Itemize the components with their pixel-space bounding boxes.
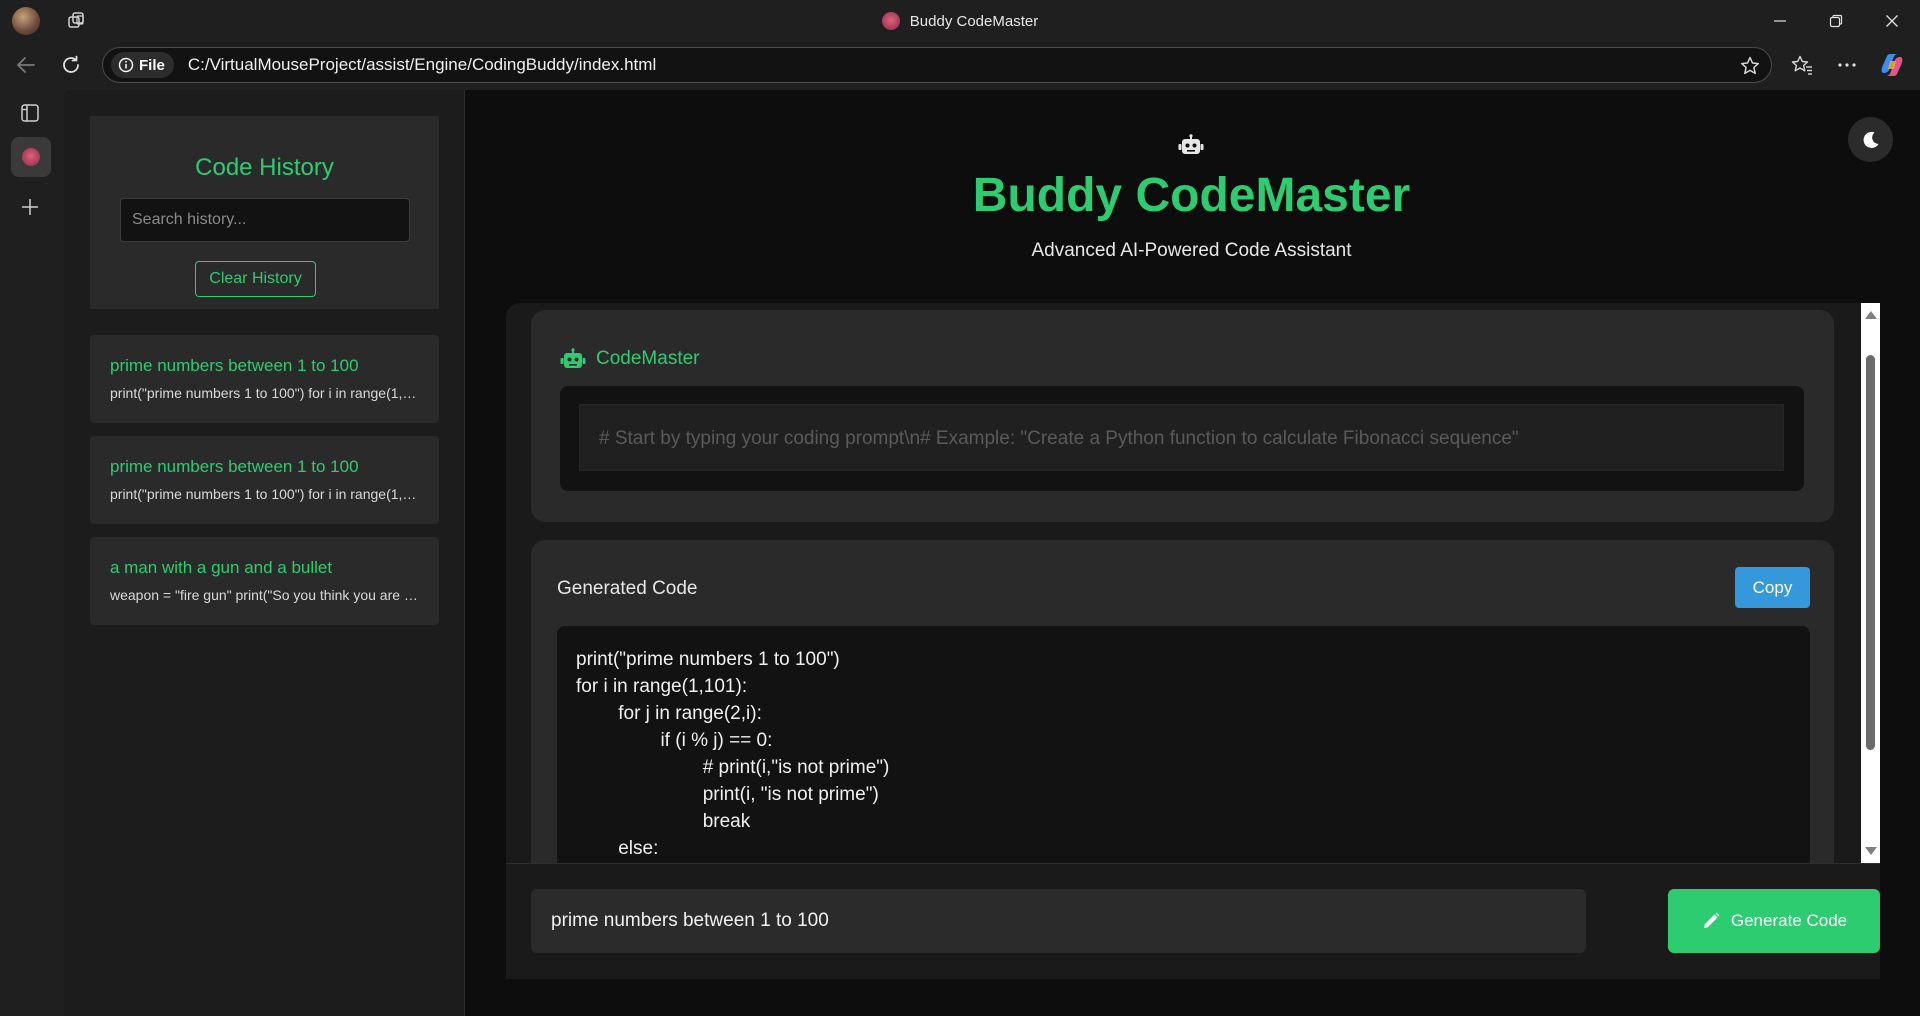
history-item-title: prime numbers between 1 to 100 [110,457,359,476]
generated-code-card: Generated Code Copy print("prime numbers… [531,540,1834,863]
codemaster-label: CodeMaster [596,348,700,369]
profile-avatar[interactable] [12,7,40,35]
history-search-input[interactable] [120,198,410,242]
code-line: else: [576,838,659,859]
code-line: print("prime numbers 1 to 100") [576,649,840,670]
url-text[interactable]: C:/VirtualMouseProject/assist/Engine/Cod… [188,55,656,75]
code-line: print(i, "is not prime") [576,784,879,805]
prompt-display: # Start by typing your coding prompt\n# … [579,404,1784,471]
more-menu-button[interactable] [1831,49,1863,81]
site-info-button[interactable]: File [111,52,174,78]
code-line: for j in range(2,i): [576,703,762,724]
window-title-area: Buddy CodeMaster [0,0,1920,42]
history-item-preview: print("prime numbers 1 to 100") for i in… [110,486,419,502]
window-title: Buddy CodeMaster [909,12,1039,30]
history-header: Code History Clear History [90,116,439,309]
code-block: print("prime numbers 1 to 100") for i in… [557,626,1810,863]
scrollbar-thumb[interactable] [1866,355,1875,750]
code-line: for i in range(1,101): [576,676,748,697]
copy-button[interactable]: Copy [1735,567,1810,608]
active-tab[interactable] [11,137,51,177]
app-subtitle: Advanced AI-Powered Code Assistant [1031,240,1352,261]
copilot-icon[interactable] [1876,49,1908,81]
new-tab-icon[interactable] [18,195,42,219]
chat-scrollbar[interactable] [1861,303,1880,863]
code-line: if (i % j) == 0: [576,730,773,751]
browser-toolbar: File C:/VirtualMouseProject/assist/Engin… [0,42,1920,88]
site-info-label: File [139,56,165,74]
generate-code-button[interactable]: Generate Code [1668,889,1880,953]
history-item-title: prime numbers between 1 to 100 [110,356,359,375]
code-line: # print(i,"is not prime") [576,757,890,778]
restore-button[interactable] [1808,0,1864,42]
history-item-title: a man with a gun and a bullet [110,558,333,577]
history-sidebar: Code History Clear History prime numbers… [64,90,465,1016]
site-favicon-icon [881,12,900,30]
close-window-button[interactable] [1864,0,1920,42]
scroll-up-arrow-icon[interactable] [1865,311,1877,319]
history-item-preview: print("prime numbers 1 to 100") for i in… [110,385,419,401]
address-bar[interactable]: File C:/VirtualMouseProject/assist/Engin… [102,47,1772,83]
history-item-preview: weapon = "fire gun" print("So you think … [110,587,419,603]
tab-actions-icon[interactable] [18,101,42,125]
history-item[interactable]: prime numbers between 1 to 100 print("pr… [90,436,439,524]
back-button[interactable] [10,49,42,81]
code-line: break [576,811,751,832]
moon-icon [1863,131,1878,148]
theme-toggle-button[interactable] [1848,117,1893,162]
history-item[interactable]: prime numbers between 1 to 100 print("pr… [90,335,439,423]
pencil-icon [1703,912,1720,928]
chat-area: CodeMaster # Start by typing your coding… [506,303,1880,863]
browser-title-bar: Buddy CodeMaster [0,0,1920,42]
generate-code-label: Generate Code [1730,911,1848,930]
codemaster-robot-icon [559,348,587,372]
minimize-button[interactable] [1752,0,1808,42]
generated-code-label: Generated Code [557,578,698,599]
robot-icon [1177,134,1205,158]
main-content: Buddy CodeMaster Advanced AI-Powered Cod… [465,90,1920,1016]
workspaces-icon[interactable] [66,10,88,32]
history-title: Code History [195,154,334,181]
info-icon [118,57,134,73]
page-viewport: Code History Clear History prime numbers… [64,90,1920,1016]
history-item[interactable]: a man with a gun and a bullet weapon = "… [90,537,439,625]
codemaster-card: CodeMaster # Start by typing your coding… [531,310,1834,522]
prompt-display-container: # Start by typing your coding prompt\n# … [560,386,1804,491]
clear-history-button[interactable]: Clear History [195,261,316,297]
tab-favicon-icon [22,148,40,166]
favorites-button[interactable] [1786,49,1818,81]
favorite-star-icon[interactable] [1739,55,1761,82]
prompt-input[interactable] [531,889,1586,953]
scroll-down-arrow-icon[interactable] [1865,847,1877,855]
refresh-button[interactable] [55,49,87,81]
app-title: Buddy CodeMaster [972,169,1411,222]
prompt-composer: Generate Code [506,863,1880,979]
vertical-tabs-bar [0,88,64,1016]
